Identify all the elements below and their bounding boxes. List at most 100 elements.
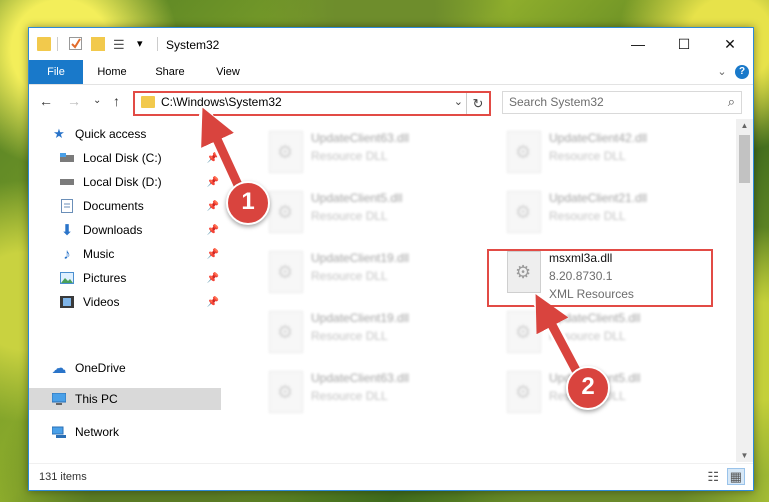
item-count: 131 items	[39, 471, 87, 483]
properties-icon[interactable]	[69, 37, 82, 50]
file-name: UpdateClient5.dll	[549, 311, 641, 325]
file-description: Resource DLL	[549, 209, 626, 223]
sidebar-item-label: Documents	[83, 199, 144, 213]
file-name: UpdateClient42.dll	[549, 131, 648, 145]
dll-file-icon	[269, 311, 303, 353]
sidebar-item-documents[interactable]: Documents 📌	[29, 195, 221, 217]
sidebar-item-videos[interactable]: Videos 📌	[29, 291, 221, 313]
vertical-scrollbar[interactable]: ▲ ▼	[736, 119, 753, 462]
file-name: UpdateClient63.dll	[311, 131, 410, 145]
file-description: Resource DLL	[311, 269, 388, 283]
sidebar-item-label: Pictures	[83, 271, 127, 285]
address-bar[interactable]: C:\Windows\System32 ⌄ ↻	[133, 91, 491, 116]
pin-icon[interactable]: 📌	[207, 273, 219, 284]
file-description: Resource DLL	[311, 329, 388, 343]
pin-icon[interactable]: 📌	[207, 177, 219, 188]
file-tile[interactable]: UpdateClient42.dll Resource DLL	[505, 127, 725, 177]
address-dropdown-icon[interactable]: ⌄	[454, 95, 463, 108]
tab-view[interactable]: View	[203, 60, 253, 84]
dll-file-icon	[507, 131, 541, 173]
file-tile[interactable]: UpdateClient5.dll Resource DLL	[505, 367, 725, 417]
tab-file[interactable]: File	[29, 60, 83, 84]
up-button[interactable]: ↑	[113, 93, 120, 109]
dll-file-icon	[269, 371, 303, 413]
view-toggle[interactable]: ☷ ▦	[707, 468, 745, 485]
pc-icon	[51, 391, 67, 407]
back-button[interactable]: ←	[39, 93, 53, 109]
dll-file-icon	[507, 191, 541, 233]
file-tile[interactable]: UpdateClient5.dll Resource DLL	[267, 187, 487, 237]
tab-home[interactable]: Home	[87, 60, 137, 84]
music-icon: ♪	[63, 245, 71, 263]
quick-access-dropdown-icon[interactable]: ▾	[137, 37, 151, 51]
sidebar-item-pictures[interactable]: Pictures 📌	[29, 267, 221, 289]
forward-button[interactable]: →	[67, 93, 81, 109]
sidebar-item-this-pc[interactable]: This PC	[29, 388, 221, 410]
file-description: Resource DLL	[311, 149, 388, 163]
scroll-down-icon[interactable]: ▼	[736, 451, 753, 460]
ribbon-tabs: File Home Share View ⌄ ?	[29, 60, 753, 85]
maximize-button[interactable]: ☐	[661, 28, 707, 60]
videos-icon	[59, 294, 75, 310]
sidebar-item-music[interactable]: ♪ Music 📌	[29, 243, 221, 265]
step-badge-2: 2	[566, 366, 610, 410]
details-view-icon[interactable]: ☷	[707, 469, 719, 484]
title-bar: ☰ ▾ System32 — ☐ ✕	[29, 28, 753, 60]
file-tile[interactable]: UpdateClient19.dll Resource DLL	[267, 307, 487, 357]
ribbon-collapse-icon[interactable]: ⌄	[715, 60, 729, 84]
minimize-button[interactable]: —	[615, 28, 661, 60]
sidebar-item-label: Local Disk (C:)	[83, 151, 162, 165]
dll-file-icon	[269, 191, 303, 233]
sidebar-item-local-disk-c[interactable]: Local Disk (C:) 📌	[29, 147, 221, 169]
search-box[interactable]: Search System32 ⌕	[502, 91, 742, 114]
sidebar-item-label: Music	[83, 247, 115, 261]
file-description: Resource DLL	[549, 329, 626, 343]
sidebar-item-network[interactable]: Network	[29, 421, 221, 443]
sidebar-item-downloads[interactable]: ⬇ Downloads 📌	[29, 219, 221, 241]
tab-share[interactable]: Share	[145, 60, 195, 84]
pin-icon[interactable]: 📌	[207, 297, 219, 308]
recent-locations-button[interactable]: ⌄	[93, 95, 101, 106]
folder-icon	[37, 37, 51, 51]
sidebar-item-label: OneDrive	[75, 361, 126, 375]
pin-icon[interactable]: 📌	[207, 225, 219, 236]
pin-icon[interactable]: 📌	[207, 249, 219, 260]
dll-file-icon	[507, 311, 541, 353]
dll-file-icon	[269, 131, 303, 173]
sidebar-item-local-disk-d[interactable]: Local Disk (D:) 📌	[29, 171, 221, 193]
sidebar-item-label: Local Disk (D:)	[83, 175, 162, 189]
pin-icon[interactable]: 📌	[207, 201, 219, 212]
file-description: Resource DLL	[311, 389, 388, 403]
pictures-icon	[59, 270, 75, 286]
drive-icon	[59, 150, 75, 166]
search-input[interactable]: Search System32	[509, 95, 604, 109]
documents-icon	[59, 198, 75, 214]
sidebar-item-onedrive[interactable]: ☁ OneDrive	[29, 357, 221, 379]
file-name: UpdateClient21.dll	[549, 191, 648, 205]
file-tile[interactable]: UpdateClient63.dll Resource DLL	[267, 367, 487, 417]
close-button[interactable]: ✕	[707, 28, 753, 60]
file-tile[interactable]: UpdateClient63.dll Resource DLL	[267, 127, 487, 177]
navigation-pane: ★ Quick access Local Disk (C:) 📌 Local D…	[29, 119, 221, 462]
network-icon	[51, 424, 67, 440]
new-folder-icon[interactable]	[91, 37, 105, 51]
refresh-button[interactable]: ↻	[466, 93, 489, 114]
pin-icon[interactable]: 📌	[207, 153, 219, 164]
address-path[interactable]: C:\Windows\System32	[161, 95, 282, 109]
file-tile[interactable]: UpdateClient5.dll Resource DLL	[505, 307, 725, 357]
file-description: Resource DLL	[311, 209, 388, 223]
cloud-icon: ☁	[51, 360, 67, 377]
dll-file-icon	[269, 251, 303, 293]
separator	[57, 37, 58, 51]
file-name: UpdateClient63.dll	[311, 371, 410, 385]
sidebar-item-quick-access[interactable]: ★ Quick access	[29, 123, 221, 145]
search-icon: ⌕	[727, 94, 735, 109]
large-icons-view-icon[interactable]: ▦	[726, 468, 745, 485]
scroll-up-icon[interactable]: ▲	[736, 121, 753, 130]
customize-icon[interactable]: ☰	[113, 37, 127, 52]
scroll-thumb[interactable]	[739, 135, 750, 183]
file-tile[interactable]: UpdateClient19.dll Resource DLL	[267, 247, 487, 297]
sidebar-item-label: Quick access	[75, 127, 147, 141]
file-tile[interactable]: UpdateClient21.dll Resource DLL	[505, 187, 725, 237]
help-icon[interactable]: ?	[735, 65, 749, 79]
